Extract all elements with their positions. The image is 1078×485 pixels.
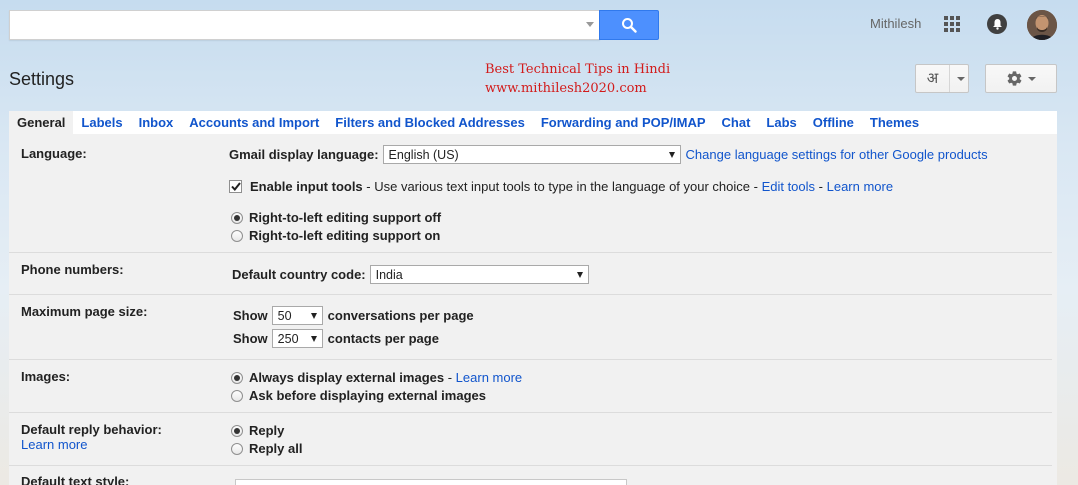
rtl-off-option[interactable]: Right-to-left editing support off — [231, 210, 441, 225]
contacts-per-page-label: contacts per page — [327, 331, 439, 346]
chevron-down-icon — [310, 335, 317, 342]
avatar[interactable] — [1027, 10, 1057, 40]
conversations-per-page-line: Show 50 conversations per page — [233, 306, 474, 325]
bell-icon — [992, 19, 1002, 30]
images-learn-more-link[interactable]: Learn more — [456, 370, 522, 385]
max-page-size-label: Maximum page size: — [21, 304, 148, 319]
reply-all-radio[interactable] — [231, 442, 243, 455]
tab-inbox[interactable]: Inbox — [131, 111, 182, 134]
reply-label: Reply — [249, 423, 285, 438]
input-tools-label: Enable input tools — [250, 179, 363, 194]
ask-before-displaying-label: Ask before displaying external images — [249, 388, 486, 403]
gear-icon — [1007, 71, 1022, 86]
avatar-photo — [1027, 10, 1057, 40]
tab-labels[interactable]: Labels — [73, 111, 130, 134]
reply-option[interactable]: Reply — [231, 423, 284, 438]
tab-offline[interactable]: Offline — [805, 111, 862, 134]
apps-grid-icon[interactable] — [944, 16, 960, 32]
reply-learn-more-link[interactable]: Learn more — [21, 437, 87, 452]
ask-before-displaying-radio[interactable] — [231, 389, 243, 402]
images-label: Images: — [21, 369, 71, 384]
tab-accounts-and-import[interactable]: Accounts and Import — [181, 111, 327, 134]
language-label: Language: — [21, 146, 87, 161]
input-tool-glyph: अ — [916, 65, 950, 92]
country-code-line: Default country code: India — [232, 265, 589, 284]
rtl-on-option[interactable]: Right-to-left editing support on — [231, 228, 440, 243]
promo-line-1: Best Technical Tips in Hindi — [485, 62, 671, 77]
default-reply-label: Default reply behavior: — [21, 422, 162, 437]
tab-general[interactable]: General — [9, 111, 74, 134]
notifications-bell-icon[interactable] — [987, 14, 1007, 34]
country-code-value: India — [375, 267, 403, 282]
conversations-per-page-value: 50 — [277, 308, 292, 323]
settings-panel: Language: Gmail display language: Englis… — [9, 134, 1057, 485]
input-tools-line: Enable input tools - Use various text in… — [229, 179, 893, 194]
input-tools-learn-more-link[interactable]: Learn more — [827, 179, 893, 194]
chevron-down-icon — [1028, 76, 1036, 81]
contacts-per-page-value: 250 — [277, 331, 299, 346]
default-text-style-label: Default text style: — [21, 474, 130, 485]
separator: - — [815, 179, 827, 194]
change-language-link[interactable]: Change language settings for other Googl… — [686, 147, 988, 162]
search-icon — [622, 18, 637, 33]
contacts-per-page-line: Show 250 contacts per page — [233, 329, 439, 348]
rtl-off-label: Right-to-left editing support off — [249, 210, 442, 225]
text-style-preview-box[interactable] — [235, 479, 627, 485]
country-code-select[interactable]: India — [369, 265, 589, 284]
reply-all-option[interactable]: Reply all — [231, 441, 302, 456]
setting-row-language: Language: Gmail display language: Englis… — [9, 134, 1052, 253]
rtl-on-label: Right-to-left editing support on — [249, 228, 441, 243]
rtl-on-radio[interactable] — [231, 229, 243, 242]
tab-themes[interactable]: Themes — [862, 111, 927, 134]
tab-filters-and-blocked-addresses[interactable]: Filters and Blocked Addresses — [327, 111, 533, 134]
country-code-label: Default country code: — [232, 267, 366, 282]
promo-line-2: www.mithilesh2020.com — [485, 81, 647, 96]
tab-chat[interactable]: Chat — [714, 111, 759, 134]
top-bar: Mithilesh — [0, 0, 1078, 52]
settings-tabs: General Labels Inbox Accounts and Import… — [9, 111, 1057, 134]
setting-row-phone-numbers: Phone numbers: Default country code: Ind… — [9, 253, 1052, 295]
display-language-value: English (US) — [388, 147, 459, 162]
search-options-chevron-down-icon[interactable] — [586, 22, 594, 27]
page-title: Settings — [9, 69, 75, 89]
conversations-per-page-select[interactable]: 50 — [271, 306, 323, 325]
setting-row-default-reply: Default reply behavior: Learn more Reply… — [9, 413, 1052, 466]
reply-all-label: Reply all — [249, 441, 303, 456]
show-label: Show — [233, 331, 268, 346]
display-language-line: Gmail display language: English (US) Cha… — [229, 145, 988, 164]
always-display-images-label: Always display external images — [249, 370, 445, 385]
show-label: Show — [233, 308, 268, 323]
edit-tools-link[interactable]: Edit tools — [762, 179, 815, 194]
input-tools-description: - Use various text input tools to type i… — [362, 179, 762, 194]
chevron-down-icon — [668, 151, 675, 158]
reply-radio[interactable] — [231, 424, 243, 437]
account-username[interactable]: Mithilesh — [870, 16, 921, 31]
contacts-per-page-select[interactable]: 250 — [271, 329, 323, 348]
conversations-per-page-label: conversations per page — [327, 308, 474, 323]
input-tools-button[interactable]: अ — [915, 64, 969, 93]
chevron-down-icon — [310, 312, 317, 319]
phone-numbers-label: Phone numbers: — [21, 262, 124, 277]
enable-input-tools-checkbox[interactable] — [229, 180, 242, 193]
promo-watermark: Best Technical Tips in Hindi www.mithile… — [485, 60, 670, 98]
checkmark-icon — [230, 182, 241, 191]
search-input[interactable] — [9, 10, 600, 40]
always-display-images-radio[interactable] — [231, 371, 243, 384]
display-language-label: Gmail display language: — [229, 147, 379, 162]
ask-before-displaying-option[interactable]: Ask before displaying external images — [231, 388, 486, 403]
setting-row-images: Images: Always display external images -… — [9, 360, 1052, 413]
display-language-select[interactable]: English (US) — [382, 145, 681, 164]
search-button[interactable] — [599, 10, 659, 40]
tab-forwarding-pop-imap[interactable]: Forwarding and POP/IMAP — [533, 111, 714, 134]
always-display-images-option[interactable]: Always display external images - Learn m… — [231, 370, 522, 385]
separator: - — [444, 370, 456, 385]
chevron-down-icon[interactable] — [957, 76, 965, 81]
setting-row-max-page-size: Maximum page size: Show 50 conversations… — [9, 295, 1052, 360]
rtl-off-radio[interactable] — [231, 211, 243, 224]
settings-gear-button[interactable] — [985, 64, 1057, 93]
tab-labs[interactable]: Labs — [758, 111, 804, 134]
chevron-down-icon — [576, 271, 583, 278]
